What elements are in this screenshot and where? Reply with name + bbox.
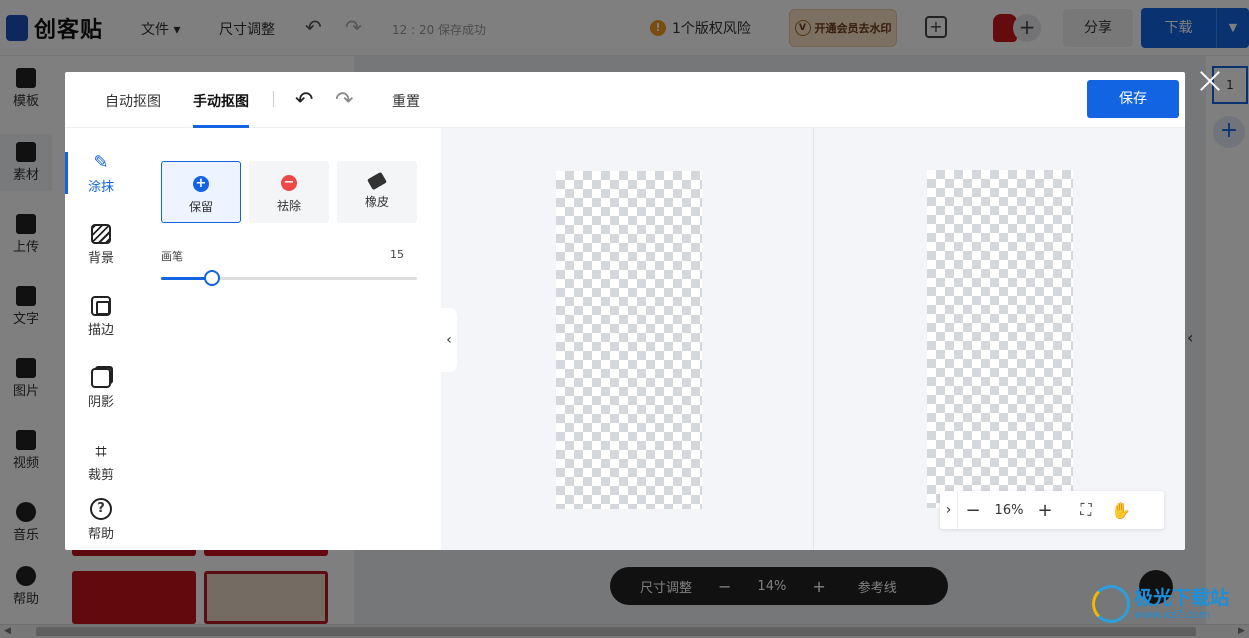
background-icon	[91, 224, 111, 244]
edit-canvas[interactable]	[441, 128, 813, 550]
tool-stroke[interactable]: 描边	[65, 296, 137, 338]
crop-icon: ⌗	[95, 439, 107, 463]
brush-icon: ✎	[93, 152, 109, 173]
result-canvas[interactable]	[814, 128, 1185, 550]
slider-handle[interactable]	[204, 270, 221, 286]
eraser-mode-button[interactable]: 橡皮	[337, 161, 417, 223]
tool-shadow[interactable]: 阴影	[65, 368, 137, 410]
hand-pan-icon[interactable]: ✋	[1104, 501, 1138, 520]
watermark-url: www.xz7.com	[1134, 607, 1210, 621]
watermark-logo-icon	[1092, 585, 1130, 623]
tab-manual-matting[interactable]: 手动抠图	[193, 91, 249, 111]
mode-label: 橡皮	[364, 195, 389, 209]
tool-label: 裁剪	[87, 468, 114, 483]
eraser-icon	[367, 171, 387, 191]
redo-icon[interactable]: ↷	[335, 88, 353, 113]
keep-mode-button[interactable]: + 保留	[161, 161, 241, 223]
save-button[interactable]: 保存	[1087, 80, 1179, 118]
stroke-icon	[91, 296, 111, 316]
chevron-right-icon[interactable]: ›	[940, 491, 958, 529]
modal-header: 自动抠图 手动抠图 ↶ ↷ 重置 保存	[65, 72, 1185, 128]
tool-label: 背景	[87, 251, 114, 266]
fit-screen-icon[interactable]: ⛶	[1068, 500, 1104, 520]
collapse-panel-icon[interactable]: ‹	[441, 308, 457, 372]
brush-options: + 保留 − 祛除 橡皮 画笔 15	[137, 128, 441, 550]
mode-label: 保留	[188, 200, 213, 214]
brush-size-value: 15	[390, 248, 404, 261]
tool-label: 描边	[87, 323, 114, 338]
tool-label: 帮助	[87, 527, 114, 542]
remove-mode-button[interactable]: − 祛除	[249, 161, 329, 223]
tool-brush[interactable]: ✎ 涂抹	[65, 152, 137, 195]
tool-sidebar: ✎ 涂抹 背景 描边 阴影 ⌗ 裁剪 ? 帮助	[65, 128, 137, 550]
zoom-bar: › − 16% + ⛶ ✋	[940, 491, 1164, 529]
result-image-preview	[927, 170, 1073, 508]
tool-label: 阴影	[87, 395, 114, 410]
tool-help[interactable]: ? 帮助	[65, 498, 137, 542]
brush-size-label: 画笔	[161, 250, 183, 263]
tool-background[interactable]: 背景	[65, 224, 137, 266]
remove-icon: −	[281, 175, 297, 191]
divider	[273, 91, 274, 107]
shadow-icon	[91, 368, 111, 388]
zoom-value: 16%	[994, 502, 1024, 518]
zoom-in-icon[interactable]: +	[1030, 500, 1060, 521]
brush-size-slider[interactable]	[161, 270, 417, 286]
tool-crop[interactable]: ⌗ 裁剪	[65, 440, 137, 483]
watermark-name: 极光下载站	[1134, 586, 1230, 609]
undo-icon[interactable]: ↶	[295, 88, 313, 113]
keep-icon: +	[193, 176, 209, 192]
watermark: 极光下载站 www.xz7.com	[1092, 585, 1229, 623]
transparent-image-preview[interactable]	[556, 171, 702, 509]
zoom-out-icon[interactable]: −	[958, 500, 988, 521]
tool-label: 涂抹	[87, 180, 114, 195]
matting-modal: 自动抠图 手动抠图 ↶ ↷ 重置 保存 ✎ 涂抹 背景 描边 阴影 ⌗ 裁剪 ?…	[65, 72, 1185, 550]
help-icon: ?	[90, 498, 112, 520]
reset-button[interactable]: 重置	[392, 91, 420, 111]
mode-label: 祛除	[276, 199, 301, 213]
tab-auto-matting[interactable]: 自动抠图	[105, 91, 161, 111]
close-icon[interactable]	[1197, 68, 1223, 94]
